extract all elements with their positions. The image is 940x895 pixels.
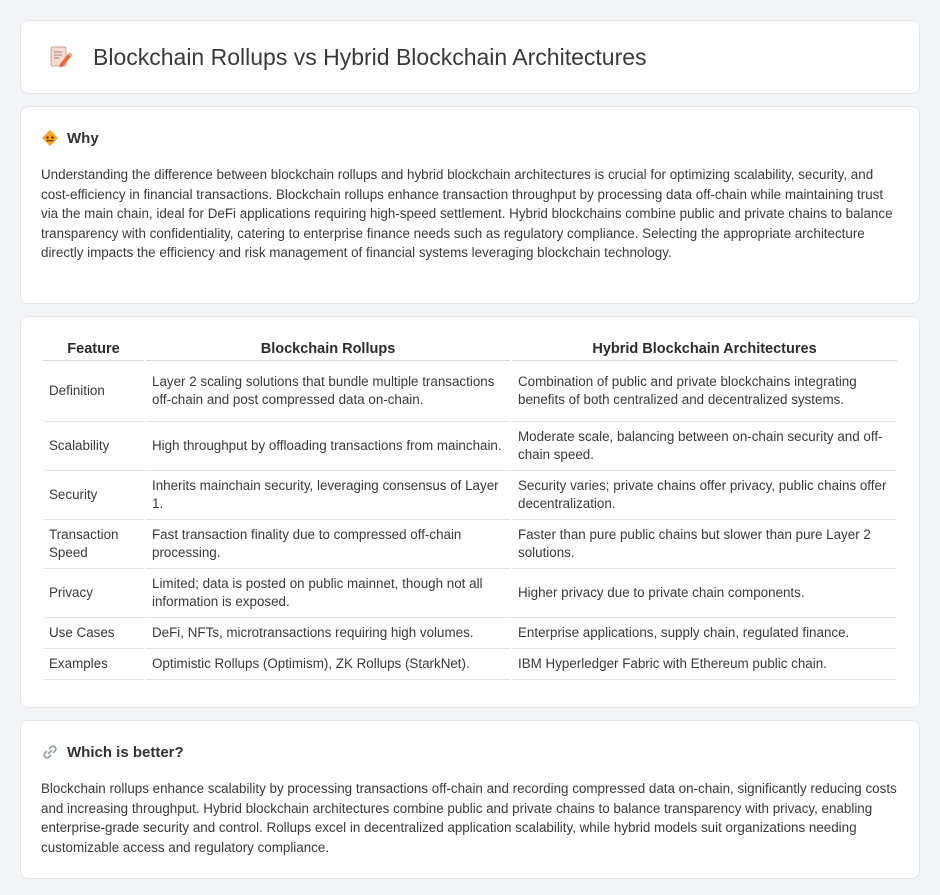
table-header-row: Feature Blockchain Rollups Hybrid Blockc… — [43, 337, 897, 361]
feature-cell: Use Cases — [43, 618, 144, 649]
table-row: Transaction Speed Fast transaction final… — [43, 520, 897, 569]
better-heading-row: Which is better? — [41, 743, 899, 761]
hybrid-cell: Moderate scale, balancing between on-cha… — [512, 422, 897, 471]
rollups-cell: Optimistic Rollups (Optimism), ZK Rollup… — [146, 649, 510, 680]
why-text: Understanding the difference between blo… — [41, 167, 893, 260]
link-icon — [43, 745, 57, 759]
document-pencil-icon — [50, 46, 73, 68]
better-heading: Which is better? — [67, 743, 184, 761]
rollups-cell: High throughput by offloading transactio… — [146, 422, 510, 471]
table-row: Privacy Limited; data is posted on publi… — [43, 569, 897, 618]
hybrid-cell: Security varies; private chains offer pr… — [512, 471, 897, 520]
hybrid-cell: Higher privacy due to private chain comp… — [512, 569, 897, 618]
warning-diamond-icon — [42, 130, 58, 146]
table-row: Definition Layer 2 scaling solutions tha… — [43, 361, 897, 422]
table-row: Use Cases DeFi, NFTs, microtransactions … — [43, 618, 897, 649]
rollups-cell: DeFi, NFTs, microtransactions requiring … — [146, 618, 510, 649]
why-heading: Why — [67, 129, 99, 147]
header-hybrid: Hybrid Blockchain Architectures — [512, 337, 897, 361]
rollups-cell: Layer 2 scaling solutions that bundle mu… — [146, 361, 510, 422]
comparison-table-card: Feature Blockchain Rollups Hybrid Blockc… — [20, 316, 920, 708]
table-row: Security Inherits mainchain security, le… — [43, 471, 897, 520]
rollups-cell: Inherits mainchain security, leveraging … — [146, 471, 510, 520]
hybrid-cell: IBM Hyperledger Fabric with Ethereum pub… — [512, 649, 897, 680]
feature-cell: Examples — [43, 649, 144, 680]
which-is-better-section: Which is better? Blockchain rollups enha… — [20, 720, 920, 879]
hybrid-cell: Enterprise applications, supply chain, r… — [512, 618, 897, 649]
feature-cell: Privacy — [43, 569, 144, 618]
feature-cell: Definition — [43, 361, 144, 422]
better-text: Blockchain rollups enhance scalability b… — [41, 781, 897, 855]
table-row: Examples Optimistic Rollups (Optimism), … — [43, 649, 897, 680]
rollups-cell: Fast transaction finality due to compres… — [146, 520, 510, 569]
feature-cell: Security — [43, 471, 144, 520]
header-feature: Feature — [43, 337, 144, 361]
why-heading-row: Why — [41, 129, 899, 147]
why-section: Why Understanding the difference between… — [20, 106, 920, 304]
rollups-cell: Limited; data is posted on public mainne… — [146, 569, 510, 618]
page-title: Blockchain Rollups vs Hybrid Blockchain … — [93, 43, 647, 70]
table-row: Scalability High throughput by offloadin… — [43, 422, 897, 471]
comparison-table: Feature Blockchain Rollups Hybrid Blockc… — [41, 337, 899, 680]
hybrid-cell: Faster than pure public chains but slowe… — [512, 520, 897, 569]
header-card: Blockchain Rollups vs Hybrid Blockchain … — [20, 20, 920, 94]
header-rollups: Blockchain Rollups — [146, 337, 510, 361]
hybrid-cell: Combination of public and private blockc… — [512, 361, 897, 422]
feature-cell: Scalability — [43, 422, 144, 471]
feature-cell: Transaction Speed — [43, 520, 144, 569]
